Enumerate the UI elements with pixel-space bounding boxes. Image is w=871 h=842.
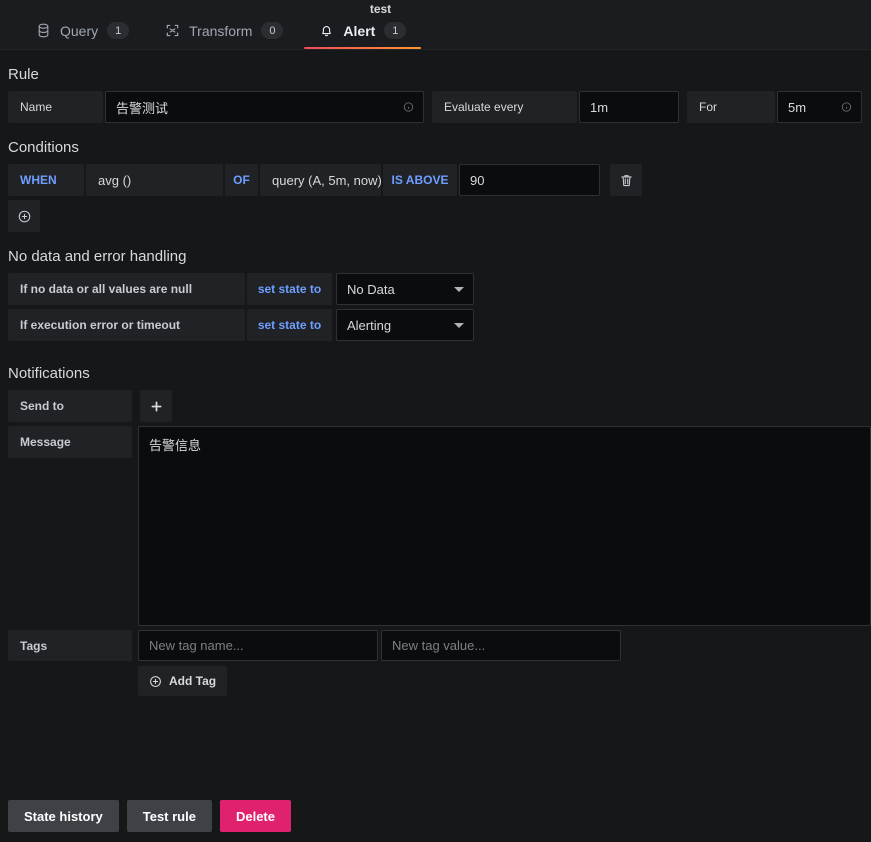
circle-plus-icon xyxy=(17,209,32,224)
chevron-down-icon xyxy=(454,287,464,292)
state-history-button[interactable]: State history xyxy=(8,800,119,832)
tag-value-input[interactable] xyxy=(381,630,621,661)
info-circle-icon xyxy=(841,102,852,113)
add-tag-wrap: Add Tag xyxy=(0,661,871,696)
no-data-row: If no data or all values are null set st… xyxy=(0,273,871,305)
exec-error-set-state-label: set state to xyxy=(247,309,332,341)
send-to-row: Send to xyxy=(0,390,871,422)
send-to-label: Send to xyxy=(8,390,132,422)
chevron-down-icon xyxy=(454,323,464,328)
exec-error-state-value: Alerting xyxy=(347,317,392,333)
evaluate-every-input[interactable]: 1m xyxy=(579,91,679,123)
trash-icon xyxy=(619,173,634,188)
evaluate-every-label: Evaluate every xyxy=(432,91,577,123)
test-rule-button[interactable]: Test rule xyxy=(126,800,212,832)
no-data-section-title: No data and error handling xyxy=(8,248,187,265)
bell-icon xyxy=(319,23,334,38)
condition-of-label: OF xyxy=(225,164,258,196)
tab-transform-label: Transform xyxy=(189,22,253,39)
no-data-state-select[interactable]: No Data xyxy=(336,273,474,305)
evaluate-every-value: 1m xyxy=(590,99,609,115)
condition-evaluator[interactable]: IS ABOVE xyxy=(383,164,457,196)
condition-reducer[interactable]: avg () xyxy=(86,164,223,196)
message-row: Message 告警信息 xyxy=(0,426,871,626)
plus-icon xyxy=(149,399,164,414)
tab-transform[interactable]: Transform 0 xyxy=(147,22,301,49)
tab-transform-badge: 0 xyxy=(261,22,284,39)
add-condition-wrap xyxy=(0,196,871,232)
alert-editor: Rule Name 告警测试 Evaluate every 1m For 5m … xyxy=(0,50,871,696)
exec-error-row: If execution error or timeout set state … xyxy=(0,309,871,341)
add-tag-button[interactable]: Add Tag xyxy=(138,666,228,696)
tab-alert-badge: 1 xyxy=(384,22,407,39)
no-data-condition-label: If no data or all values are null xyxy=(8,273,245,305)
action-bar: State history Test rule Delete xyxy=(0,800,871,842)
rule-name-value: 告警测试 xyxy=(116,100,169,116)
no-data-set-state-label: set state to xyxy=(247,273,332,305)
rule-name-input[interactable]: 告警测试 xyxy=(105,91,424,123)
exec-error-condition-label: If execution error or timeout xyxy=(8,309,245,341)
no-data-state-value: No Data xyxy=(347,281,395,297)
tab-query-label: Query xyxy=(60,22,99,39)
for-value: 5m xyxy=(788,99,807,115)
tab-query[interactable]: Query 1 xyxy=(18,22,147,49)
condition-when-label[interactable]: WHEN xyxy=(8,164,84,196)
circle-plus-icon xyxy=(149,675,162,688)
transform-icon xyxy=(165,23,180,38)
database-icon xyxy=(36,23,51,38)
info-circle-icon xyxy=(403,102,414,113)
condition-threshold-input[interactable]: 90 xyxy=(459,164,600,196)
tab-alert-label: Alert xyxy=(343,22,376,39)
panel-edit-tabbar: test Query 1 Transform 0 Alert 1 xyxy=(0,0,871,50)
tag-name-input[interactable] xyxy=(138,630,378,661)
conditions-section-title: Conditions xyxy=(8,139,79,156)
condition-row: WHEN avg () OF query (A, 5m, now) IS ABO… xyxy=(0,164,871,196)
add-condition-button[interactable] xyxy=(8,200,40,232)
add-receiver-button[interactable] xyxy=(140,390,172,422)
rule-name-label: Name xyxy=(8,91,103,123)
delete-button[interactable]: Delete xyxy=(219,800,291,832)
condition-threshold-value: 90 xyxy=(470,172,485,188)
for-input[interactable]: 5m xyxy=(777,91,862,123)
tab-list: Query 1 Transform 0 Alert 1 xyxy=(18,13,424,49)
notifications-section-title: Notifications xyxy=(8,365,90,382)
tab-alert[interactable]: Alert 1 xyxy=(301,22,424,49)
message-label: Message xyxy=(8,426,132,458)
tab-query-badge: 1 xyxy=(107,22,130,39)
for-label: For xyxy=(687,91,775,123)
message-textarea[interactable]: 告警信息 xyxy=(138,426,871,626)
condition-delete-button[interactable] xyxy=(610,164,642,196)
tags-row: Tags xyxy=(0,630,871,661)
tags-label: Tags xyxy=(8,630,132,661)
add-tag-label: Add Tag xyxy=(169,674,217,688)
rule-row: Name 告警测试 Evaluate every 1m For 5m xyxy=(0,91,871,123)
rule-section-title: Rule xyxy=(8,66,39,83)
condition-query[interactable]: query (A, 5m, now) xyxy=(260,164,382,196)
exec-error-state-select[interactable]: Alerting xyxy=(336,309,474,341)
